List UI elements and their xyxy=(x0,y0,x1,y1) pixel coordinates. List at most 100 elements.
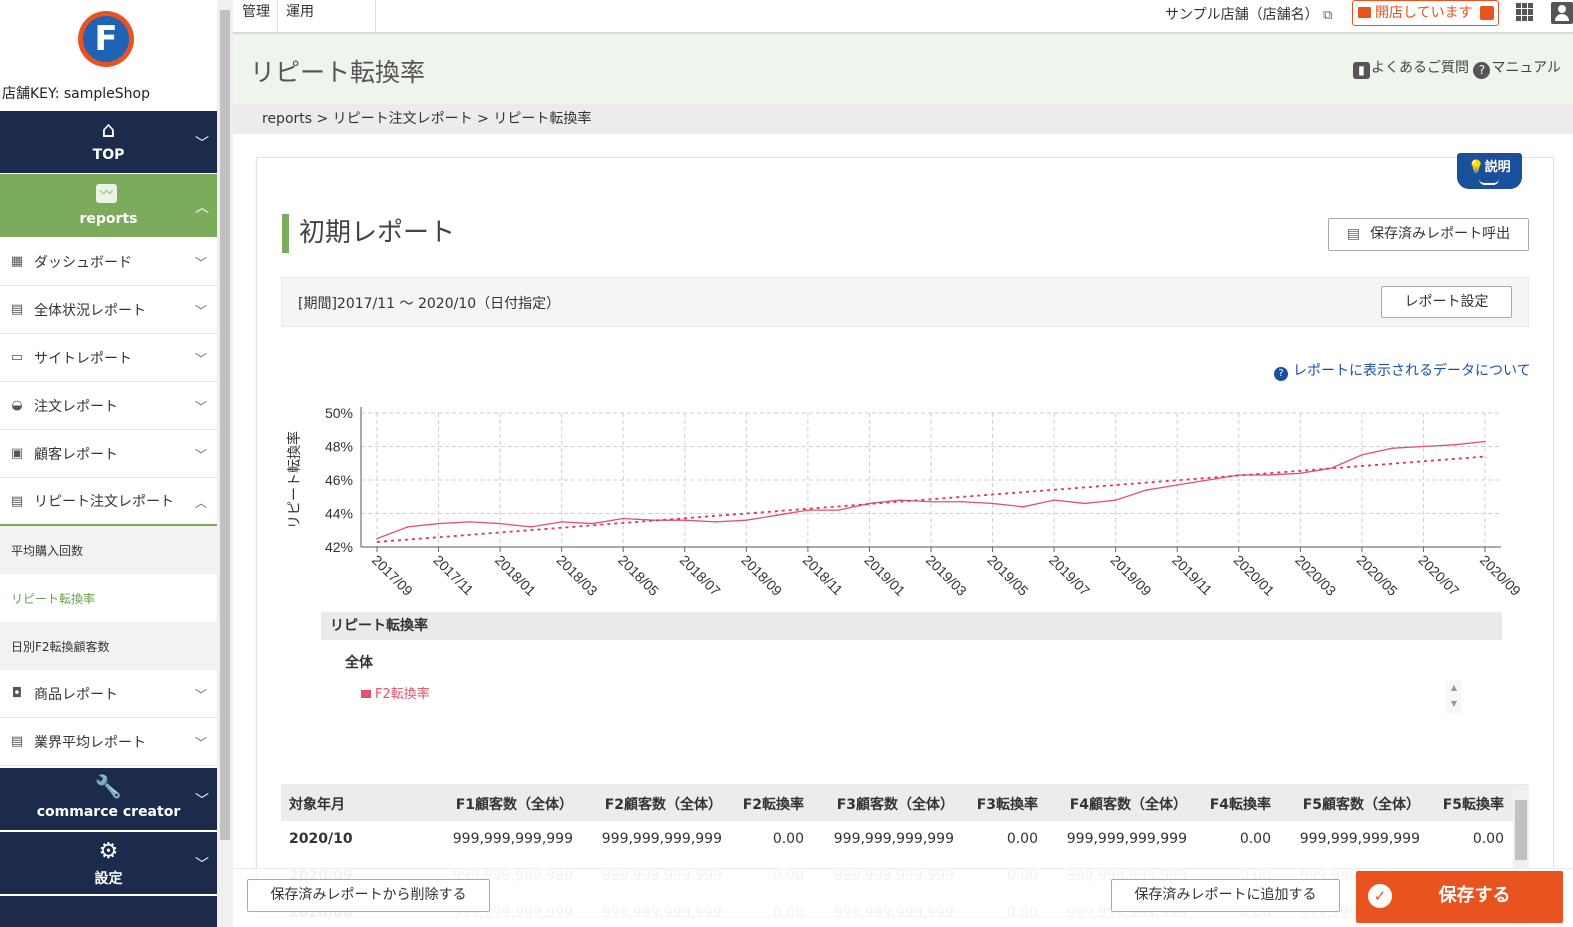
data-point xyxy=(1053,499,1055,501)
sidebar-item-product-report[interactable]: ◘ 商品レポート ﹀ xyxy=(0,670,217,718)
table-cell: 0.00 xyxy=(772,831,804,847)
legend-scroller[interactable]: ▲ ▼ xyxy=(1446,680,1462,714)
arrow-up-icon: ▲ xyxy=(1450,683,1458,692)
bag-icon: ◘ xyxy=(11,686,23,701)
delete-saved-report-button[interactable]: 保存済みレポートから削除する xyxy=(247,879,490,912)
manual-link[interactable]: ? マニュアル xyxy=(1473,60,1561,79)
sidebar-item-label: 商品レポート xyxy=(34,686,118,703)
sidebar-subitem-avg-purchase[interactable]: 平均購入回数 xyxy=(0,526,217,574)
x-tick-label: 2020/03 xyxy=(1292,552,1339,599)
x-tick-label: 2018/05 xyxy=(615,552,662,599)
data-point xyxy=(868,502,871,505)
data-point xyxy=(406,526,409,528)
logo-letter: F xyxy=(83,16,129,62)
faq-link[interactable]: ▮ よくあるご質問 xyxy=(1352,60,1469,79)
chevron-down-icon: ﹀ xyxy=(194,448,207,462)
x-tick-label: 2018/11 xyxy=(800,552,847,599)
sidebar-item-settings[interactable]: ⚙ 設定 ﹀ xyxy=(0,832,217,894)
data-info-link[interactable]: ? レポートに表示されるデータについて xyxy=(1274,360,1531,381)
sidebar-item-industry-report[interactable]: ▤ 業界平均レポート ﹀ xyxy=(0,718,217,766)
table-header-cell: F5顧客数（全体） xyxy=(1302,797,1420,813)
chevron-down-icon: ﹀ xyxy=(194,400,207,414)
data-point xyxy=(560,521,563,523)
data-point xyxy=(683,519,686,521)
divider xyxy=(375,0,376,32)
x-tick-label: 2018/01 xyxy=(492,552,539,599)
tab-operation[interactable]: 運用 xyxy=(286,0,314,32)
sidebar-scrollbar[interactable] xyxy=(217,0,233,927)
apps-grid-icon[interactable] xyxy=(1516,3,1534,21)
sidebar-item-more[interactable] xyxy=(0,896,217,927)
legend-swatch xyxy=(361,690,371,698)
tab-admin[interactable]: 管理 xyxy=(242,0,270,32)
data-point xyxy=(1207,479,1209,481)
manual-label: マニュアル xyxy=(1491,60,1561,76)
data-point xyxy=(1299,472,1302,475)
sidebar-subitem-daily-f2[interactable]: 日別F2転換顧客数 xyxy=(0,622,217,670)
data-point xyxy=(1330,467,1332,470)
table-cell: 999,999,999,999 xyxy=(833,831,954,847)
sidebar-item-overall-report[interactable]: ▤ 全体状況レポート ﹀ xyxy=(0,286,217,334)
table-row: 2020/10 999,999,999,999 999,999,999,999 0.0… xyxy=(281,821,1529,858)
scrollbar-thumb[interactable] xyxy=(220,10,230,840)
shop-name-link[interactable]: サンプル店舗（店舗名） ⧉ xyxy=(1165,4,1332,24)
sidebar-item-creator[interactable]: 🔧 commarce creator ﹀ xyxy=(0,768,217,830)
sidebar-item-label: 全体状況レポート xyxy=(34,302,146,319)
y-tick-label: 46% xyxy=(325,472,353,488)
sidebar-item-label: リピート注文レポート xyxy=(34,494,174,510)
report-settings-button[interactable]: レポート設定 xyxy=(1381,286,1512,318)
load-saved-report-button[interactable]: ▤ 保存済みレポート呼出 xyxy=(1328,218,1529,251)
page-title: リピート転換率 xyxy=(250,58,426,87)
save-button[interactable]: ✓ 保存する xyxy=(1356,871,1563,923)
sidebar-item-label: 業界平均レポート xyxy=(34,734,146,751)
sidebar: F 店舗KEY: sampleShop ⌂ TOP ﹀ 〰 reports ︿ … xyxy=(0,0,217,927)
sidebar-item-customer-report[interactable]: ▣ 顧客レポート ﹀ xyxy=(0,430,217,478)
clipboard-icon: ▤ xyxy=(10,493,24,509)
gear-icon: ⚙ xyxy=(98,839,119,864)
data-info-label: レポートに表示されるデータについて xyxy=(1293,363,1531,379)
sidebar-item-reports[interactable]: 〰 reports ︿ xyxy=(0,174,217,237)
sidebar-item-label: 設定 xyxy=(94,871,123,887)
y-tick-label: 48% xyxy=(325,439,353,455)
arrow-down-icon: ▼ xyxy=(1450,699,1458,708)
table-header: 対象年月 F1顧客数（全体） F2顧客数（全体） F2転換率 F3顧客数（全体） F3転換… xyxy=(281,784,1529,821)
x-tick-label: 2019/01 xyxy=(861,552,908,599)
divider xyxy=(277,0,278,32)
x-tick-label: 2019/05 xyxy=(984,552,1031,599)
chevron-down-icon: ﹀ xyxy=(194,736,207,750)
table-header-cell: 対象年月 xyxy=(289,797,345,813)
sidebar-item-dashboard[interactable]: ▦ ダッシュボード ﹀ xyxy=(0,238,217,286)
legend-item-f2[interactable]: F2転換率 xyxy=(361,683,430,702)
chevron-down-icon: ﹀ xyxy=(194,352,207,366)
sidebar-item-repeat-order-report[interactable]: ▤ リピート注文レポート ︿ xyxy=(0,478,217,526)
faq-label: よくあるご質問 xyxy=(1370,60,1469,76)
period-bar: [期間]2017/11 ～ 2020/10（日付指定） xyxy=(281,277,1529,327)
x-tick-label: 2018/03 xyxy=(554,552,601,599)
help-links: ▮ よくあるご質問 ? マニュアル xyxy=(1352,57,1561,79)
lightbulb-icon: 💡 xyxy=(1468,160,1485,175)
data-point xyxy=(1484,440,1486,443)
open-status-button[interactable]: 開店しています xyxy=(1352,0,1499,26)
x-tick-label: 2017/11 xyxy=(430,552,477,599)
sidebar-item-label: 顧客レポート xyxy=(34,446,118,463)
data-point xyxy=(776,514,778,516)
sidebar-item-site-report[interactable]: ▭ サイトレポート ﹀ xyxy=(0,334,217,382)
data-point xyxy=(745,519,748,521)
table-header-cell: F5転換率 xyxy=(1442,797,1504,813)
explain-button[interactable]: 💡説明 xyxy=(1457,153,1522,189)
sidebar-item-order-report[interactable]: ◒ 注文レポート ﹀ xyxy=(0,382,217,430)
logo[interactable]: F xyxy=(78,11,134,67)
scrollbar-thumb[interactable] xyxy=(1515,800,1527,860)
check-icon: ✓ xyxy=(1368,884,1392,908)
x-tick-label: 2019/09 xyxy=(1108,552,1155,599)
table-cell: 0.00 xyxy=(1239,831,1271,847)
table-header-cell: F3転換率 xyxy=(976,797,1038,813)
add-saved-report-button[interactable]: 保存済みレポートに追加する xyxy=(1111,879,1340,912)
sidebar-item-top[interactable]: ⌂ TOP ﹀ xyxy=(0,111,217,173)
table-cell: 0.00 xyxy=(1472,831,1504,847)
data-point xyxy=(1145,489,1148,491)
question-icon: ? xyxy=(1274,367,1288,381)
chevron-down-icon: ﹀ xyxy=(194,256,207,270)
user-icon[interactable] xyxy=(1551,2,1573,24)
sidebar-subitem-repeat-rate[interactable]: リピート転換率 xyxy=(0,574,217,622)
